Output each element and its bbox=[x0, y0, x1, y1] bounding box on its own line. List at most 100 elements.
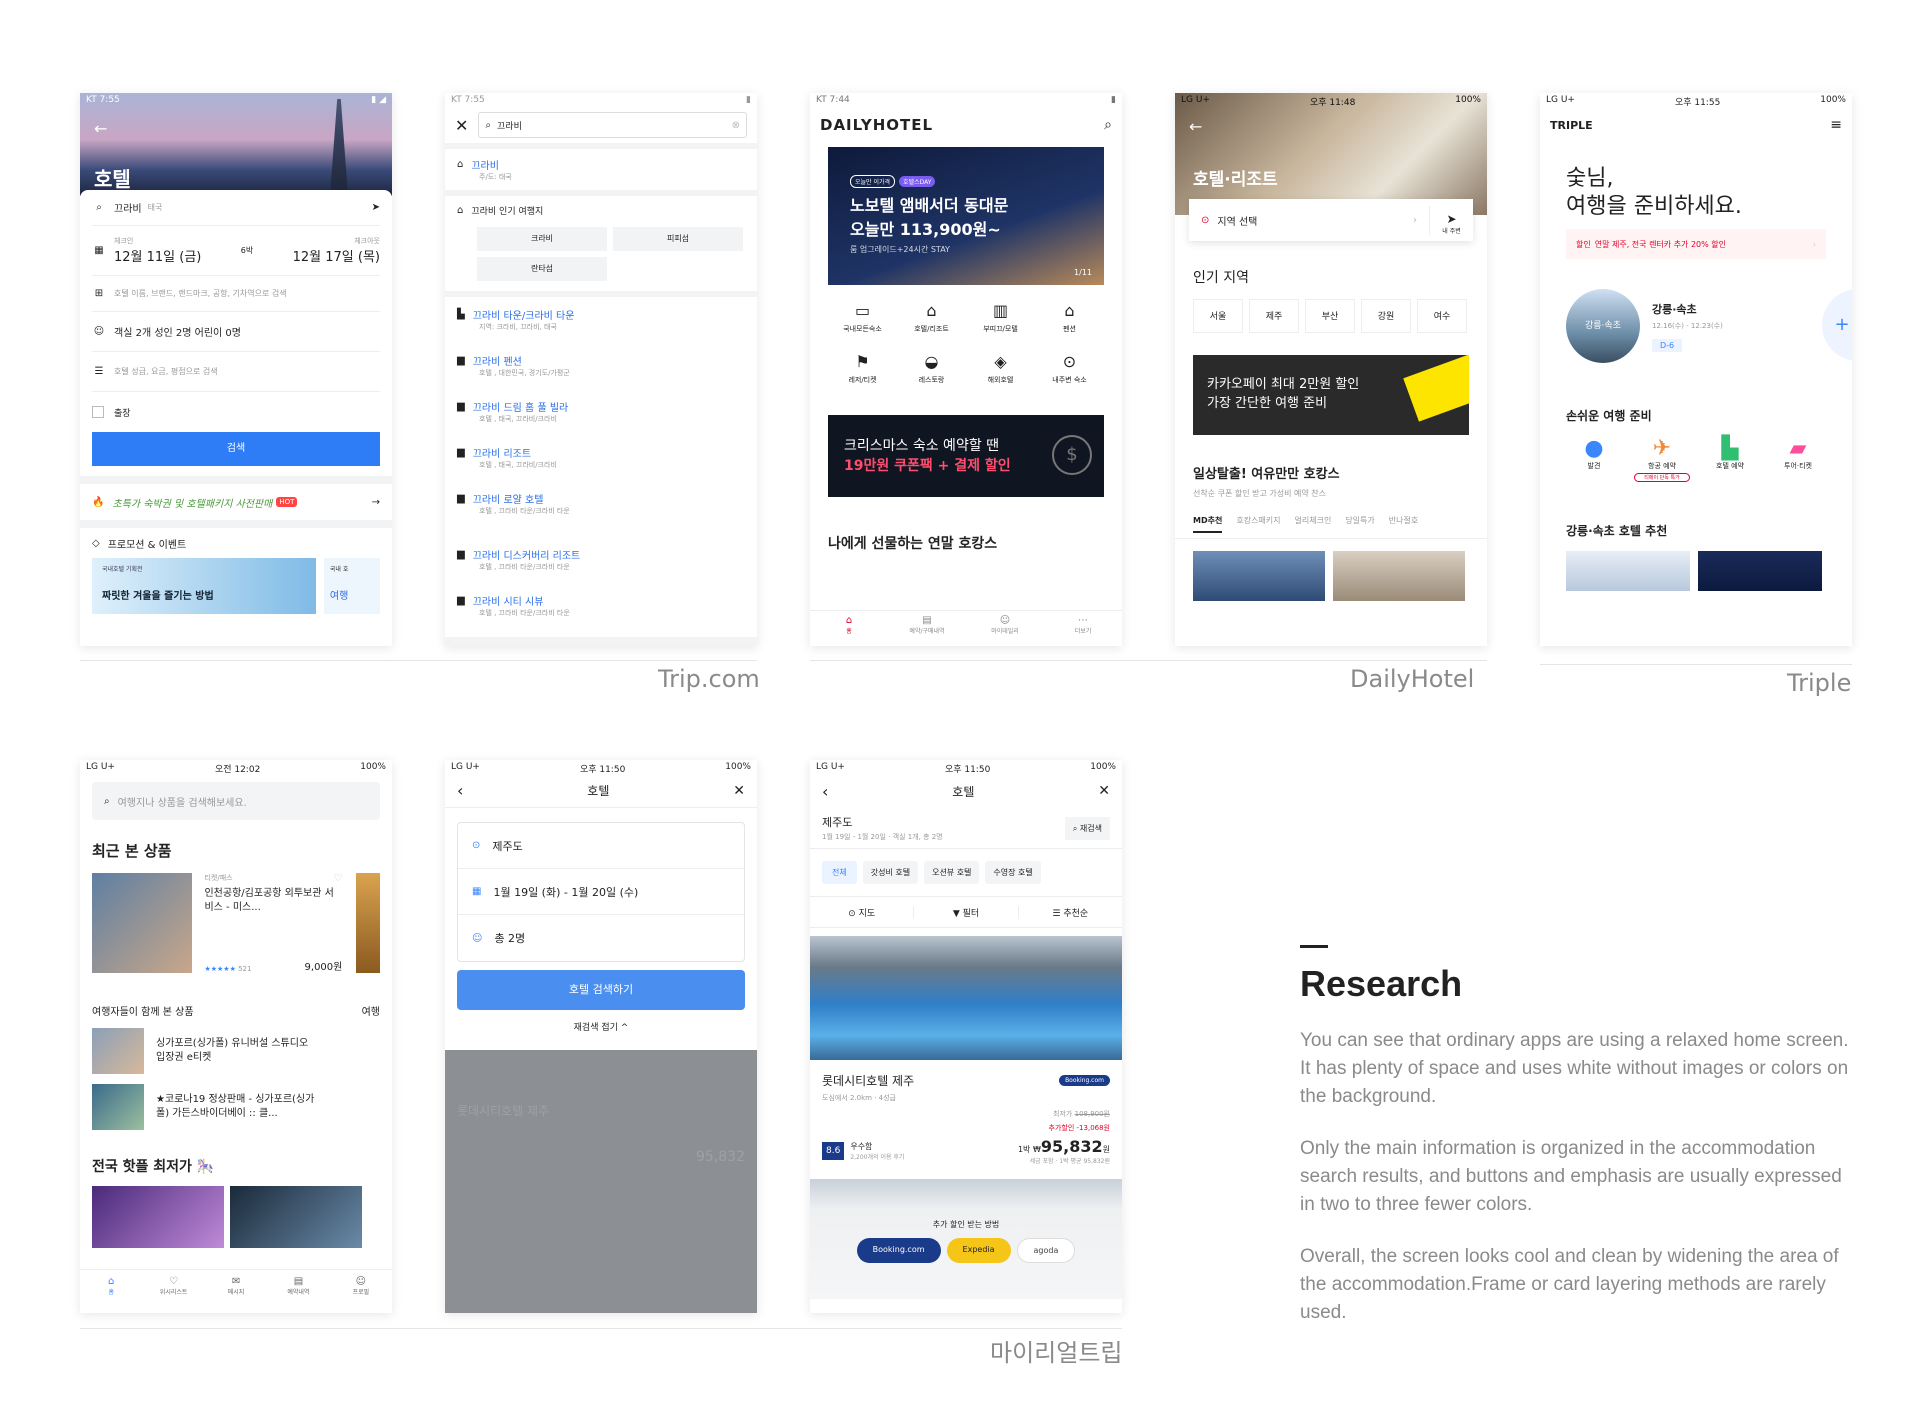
prep-item[interactable]: ✈ 항공 예약 티메이 단독 특가 bbox=[1634, 436, 1690, 482]
trip-card[interactable]: 강릉·속초 강릉·속초 12.16(수) - 12.23(수) D-6 + bbox=[1540, 259, 1852, 363]
checkbox-icon[interactable] bbox=[92, 406, 104, 418]
deal-image[interactable] bbox=[230, 1186, 362, 1248]
back-icon[interactable]: ‹ bbox=[457, 781, 463, 800]
search-button[interactable]: 호텔 검색하기 bbox=[457, 970, 745, 1010]
tab-home[interactable]: ⌂ 홈 bbox=[810, 611, 888, 646]
area-chip[interactable]: 서울 bbox=[1193, 299, 1243, 333]
area-chip[interactable]: 강원 bbox=[1361, 299, 1411, 333]
tab-profile[interactable]: ☺ 프로필 bbox=[330, 1270, 392, 1313]
tab-messages[interactable]: ✉ 메시지 bbox=[205, 1270, 267, 1313]
area-chip[interactable]: 제주 bbox=[1249, 299, 1299, 333]
close-icon[interactable]: ✕ bbox=[733, 783, 745, 799]
research-button[interactable]: ⌕ 재검색 bbox=[1064, 816, 1110, 840]
list-item[interactable]: ▆ 끄라비 리조트 호텔 , 태국, 끄라비/크라비 bbox=[457, 439, 745, 485]
search-input[interactable]: ⌕ 여행지나 상품을 검색해보세요. bbox=[92, 782, 380, 820]
close-icon[interactable]: ✕ bbox=[1098, 783, 1110, 799]
deal-image[interactable] bbox=[92, 1186, 224, 1248]
map-button[interactable]: ⊙ 지도 bbox=[810, 906, 913, 919]
tab-md[interactable]: MD추천 bbox=[1193, 515, 1223, 533]
chip-category[interactable]: 수영장 호텔 bbox=[985, 861, 1041, 884]
agoda-button[interactable]: agoda bbox=[1016, 1238, 1076, 1263]
search-icon[interactable]: ⌕ bbox=[1104, 117, 1112, 133]
list-item[interactable]: ▆ 끄라비 드림 홈 풀 빌라 호텔 , 태국, 끄라비/크라비 bbox=[457, 393, 745, 439]
dimmed-results[interactable]: 롯데시티호텔 제주 95,832 bbox=[445, 1050, 757, 1313]
hotel-card[interactable]: 롯데시티호텔 제주 Booking.com 도심에서 2.0km · 4성급 최저… bbox=[810, 1060, 1122, 1165]
tab-home[interactable]: ⌂ 홈 bbox=[80, 1270, 142, 1313]
category-item[interactable]: ⊙ 내주변 숙소 bbox=[1035, 352, 1104, 385]
tab-today[interactable]: 당일특가 bbox=[1345, 515, 1374, 538]
filter-field[interactable]: ☰ 호텔 성급, 요금, 평점으로 검색 bbox=[92, 352, 380, 392]
filter-button[interactable]: ▼ 필터 bbox=[913, 905, 1017, 919]
region-select[interactable]: ⊙ 지역 선택 › bbox=[1189, 199, 1429, 241]
add-trip-button[interactable]: + bbox=[1822, 289, 1852, 361]
hotel-image[interactable] bbox=[1566, 551, 1690, 591]
list-item[interactable]: ▙ 끄라비 타운/크라비 타운 지역: 크라비, 끄라비, 태국 bbox=[457, 301, 745, 347]
tab-bookings[interactable]: ▤ 예약/구매내역 bbox=[888, 611, 966, 646]
list-item[interactable]: ★코로나19 정상판매 - 싱가포르(싱가폴) 가든스바이더베이 :: 클... bbox=[80, 1074, 392, 1130]
tab-wishlist[interactable]: ♡ 위시리스트 bbox=[142, 1270, 204, 1313]
list-item[interactable]: ▆ 끄라비 디스커버리 리조트 호텔 , 끄라비 타운/크라비 타운 bbox=[457, 541, 745, 587]
keyword-field[interactable]: ⊞ 호텔 이름, 브랜드, 랜드마크, 공항, 기차역으로 검색 bbox=[92, 276, 380, 312]
menu-icon[interactable]: ≡ bbox=[1830, 117, 1842, 133]
booking-button[interactable]: Booking.com bbox=[856, 1238, 941, 1263]
hotel-image[interactable] bbox=[1193, 551, 1325, 601]
chip-category[interactable]: 갓성비 호텔 bbox=[862, 861, 919, 884]
christmas-banner[interactable]: 크리스마스 숙소 예약할 땐 19만원 쿠폰팩 + 결제 할인 $ bbox=[828, 415, 1104, 497]
kakaopay-banner[interactable]: 카카오페이 최대 2만원 할인 가장 간단한 여행 준비 bbox=[1193, 355, 1469, 435]
guest-field[interactable]: ☺ 객실 2개 성인 2명 어린이 0명 bbox=[92, 312, 380, 352]
hero-banner[interactable]: 오늘만 이가격 호텔스DAY 노보텔 앰배서더 동대문 오늘만 113,900원… bbox=[828, 147, 1104, 285]
list-item[interactable]: ▆ 끄라비 펜션 호텔 , 대한민국, 경기도/가평군 bbox=[457, 347, 745, 393]
clear-icon[interactable]: ⊗ bbox=[732, 120, 740, 131]
search-input[interactable]: ⌕ 끄라비 ⊗ bbox=[478, 112, 747, 138]
chip-destination[interactable]: 크라비 bbox=[477, 227, 607, 251]
promo-banner[interactable]: 할인 연말 제주, 전국 렌터카 추가 20% 할인 › bbox=[1566, 229, 1826, 259]
expedia-button[interactable]: Expedia bbox=[946, 1238, 1011, 1263]
recent-card[interactable]: 티켓/패스 인천공항/김포공항 외투보관 서비스 - 미스... ★★★★★ 5… bbox=[80, 861, 392, 973]
tab-my[interactable]: ☺ 마이데일리 bbox=[966, 611, 1044, 646]
tab-bookings[interactable]: ▤ 예약내역 bbox=[267, 1270, 329, 1313]
result-region[interactable]: ⌂ 끄라비 주/도: 태국 bbox=[445, 149, 757, 190]
category-item[interactable]: ◒ 레스토랑 bbox=[897, 352, 966, 385]
date-field[interactable]: ▦ 1월 19일 (화) - 1월 20일 (수) bbox=[458, 869, 744, 915]
hotel-image[interactable] bbox=[1698, 551, 1822, 591]
sort-button[interactable]: ☰ 추천순 bbox=[1017, 905, 1122, 919]
tab-early[interactable]: 얼리체크인 bbox=[1295, 515, 1332, 538]
prep-item[interactable]: ▙ 호텔 예약 bbox=[1702, 436, 1758, 482]
destination-field[interactable]: ⊙ 제주도 bbox=[458, 823, 744, 869]
prep-item[interactable]: ▰ 투어·티켓 bbox=[1770, 436, 1826, 482]
category-item[interactable]: ▭ 국내모든숙소 bbox=[828, 301, 897, 334]
back-icon[interactable]: ← bbox=[1189, 117, 1202, 136]
hotel-photo[interactable] bbox=[810, 936, 1122, 1060]
destination-field[interactable]: ⌕ 끄라비 태국 ➤ bbox=[92, 190, 380, 226]
promotion-card-2[interactable]: 국내 호 여행 bbox=[323, 558, 380, 614]
category-item[interactable]: ⌂ 호텔/리조트 bbox=[897, 301, 966, 334]
business-checkbox[interactable]: 출장 bbox=[92, 392, 380, 432]
area-chip[interactable]: 여수 bbox=[1417, 299, 1467, 333]
chip-destination[interactable]: 란타섬 bbox=[477, 257, 607, 281]
collapse-button[interactable]: 재검색 접기 ^ bbox=[445, 1010, 757, 1033]
chip-category[interactable]: 오션뷰 호텔 bbox=[924, 861, 980, 884]
heart-icon[interactable]: ♡ bbox=[333, 873, 342, 884]
tab-package[interactable]: 호캉스패키지 bbox=[1236, 515, 1280, 538]
hotel-image[interactable] bbox=[1333, 551, 1465, 601]
category-item[interactable]: ◈ 해외호텔 bbox=[966, 352, 1035, 385]
locate-icon[interactable]: ➤ bbox=[372, 202, 380, 213]
list-item[interactable]: ▆ 끄라비 시티 시뷰 호텔 , 끄라비 타운/크라비 타운 bbox=[457, 587, 745, 633]
promotion-card[interactable]: 국내호텔 기획전 짜릿한 겨울을 즐기는 방법 bbox=[92, 558, 316, 614]
back-icon[interactable]: ‹ bbox=[822, 782, 828, 801]
chip-all[interactable]: 전체 bbox=[822, 861, 857, 884]
category-item[interactable]: ⌂ 펜션 bbox=[1035, 301, 1104, 334]
category-item[interactable]: ▥ 부띠끄/모텔 bbox=[966, 301, 1035, 334]
category-item[interactable]: ⚑ 레저/티켓 bbox=[828, 352, 897, 385]
area-chip[interactable]: 부산 bbox=[1305, 299, 1355, 333]
guest-field[interactable]: ☺ 총 2명 bbox=[458, 915, 744, 961]
close-icon[interactable]: ✕ bbox=[455, 116, 468, 135]
chip-destination[interactable]: 피피섬 bbox=[613, 227, 743, 251]
back-icon[interactable]: ← bbox=[94, 119, 107, 138]
product-image[interactable] bbox=[356, 873, 380, 973]
list-item[interactable]: 싱가포르(싱가폴) 유니버설 스튜디오 입장권 e티켓 bbox=[80, 1018, 392, 1074]
prep-item[interactable]: ● 발견 bbox=[1566, 436, 1622, 482]
tab-more[interactable]: ⋯ 더보기 bbox=[1044, 611, 1122, 646]
near-me-button[interactable]: ➤ 내 주변 bbox=[1429, 205, 1473, 235]
presale-banner[interactable]: 🔥 초특가 숙박권 및 호텔패키지 사전판매 HOT → bbox=[80, 484, 392, 520]
